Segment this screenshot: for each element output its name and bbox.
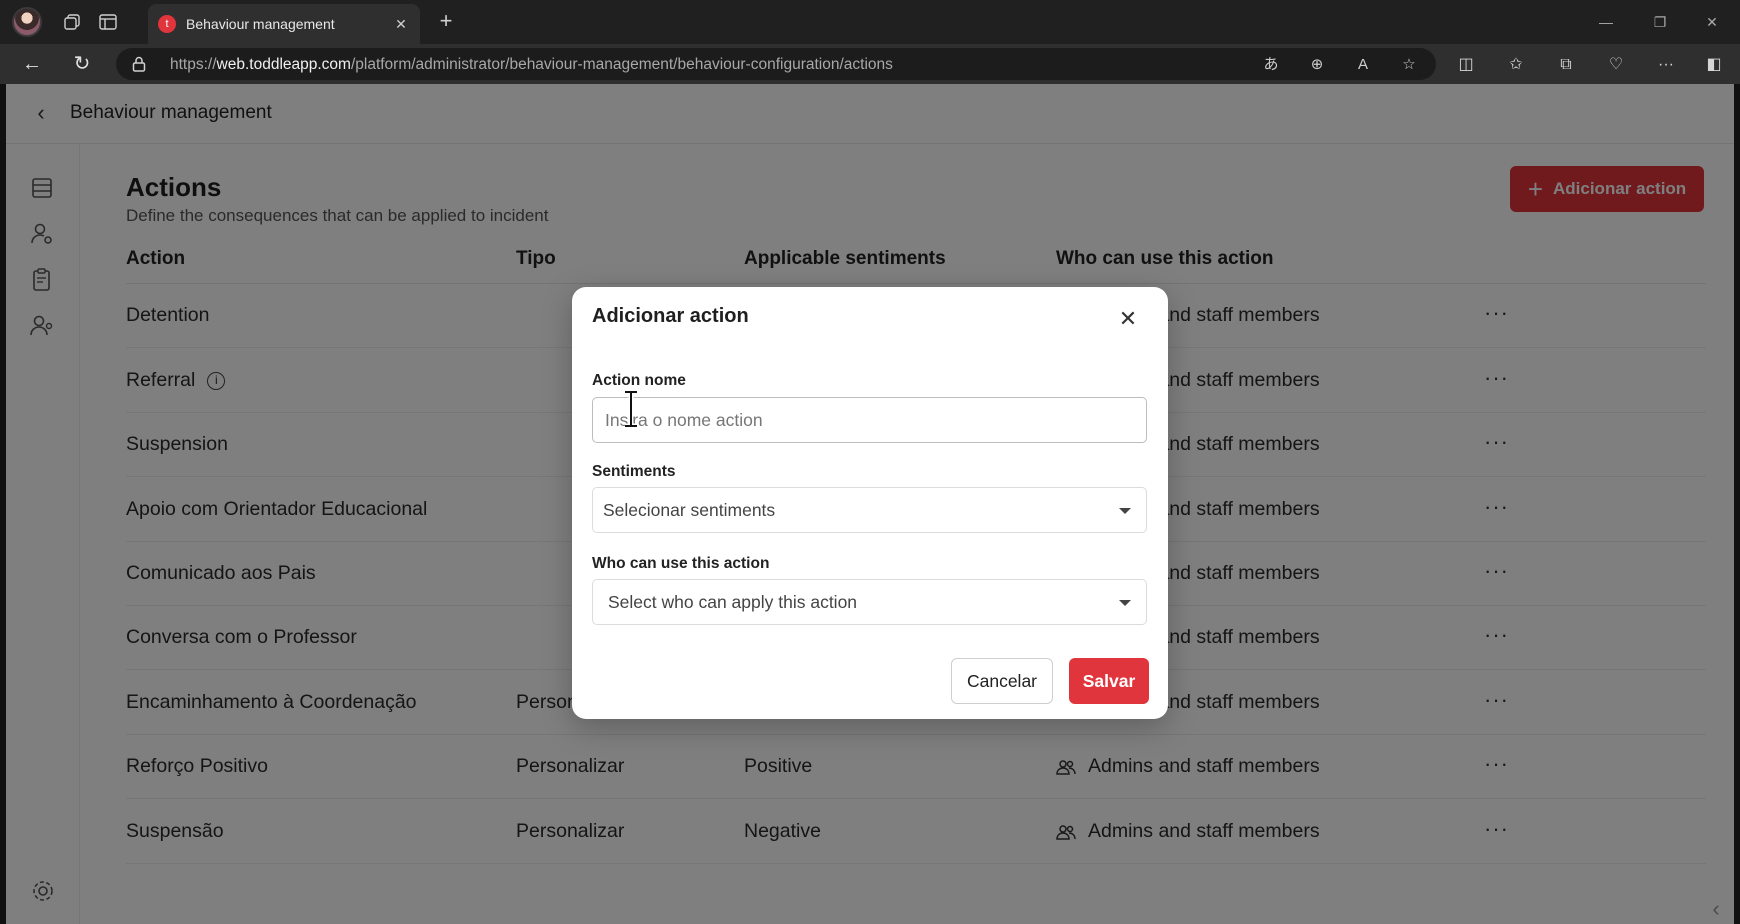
collections-icon[interactable]: ⧉ [1554, 54, 1578, 76]
read-aloud-icon[interactable]: A [1352, 54, 1374, 76]
browser-tab-active[interactable]: t Behaviour management ✕ [148, 4, 420, 44]
chevron-down-icon [1119, 600, 1131, 606]
close-icon[interactable]: ✕ [1116, 307, 1140, 331]
translate-icon[interactable]: あ [1260, 54, 1282, 76]
more-icon[interactable]: ··· [1654, 54, 1678, 76]
favorite-icon[interactable]: ☆ [1398, 54, 1420, 76]
tab-favicon: t [158, 15, 176, 33]
sentiments-select[interactable]: Selecionar sentiments [592, 487, 1147, 533]
profile-avatar[interactable] [12, 7, 42, 37]
split-screen-icon[interactable]: ◫ [1454, 54, 1478, 76]
tab-actions-icon[interactable] [94, 8, 122, 36]
minimize-icon[interactable]: — [1594, 10, 1618, 34]
restore-icon[interactable]: ❐ [1648, 10, 1672, 34]
back-icon[interactable]: ← [18, 50, 46, 78]
url-text: https://web.toddleapp.com/platform/admin… [170, 56, 893, 73]
text-cursor-icon [625, 390, 637, 428]
save-button[interactable]: Salvar [1069, 658, 1149, 704]
lock-icon [132, 56, 146, 72]
new-tab-icon[interactable]: + [432, 8, 460, 36]
tab-title: Behaviour management [186, 16, 335, 32]
add-action-modal: Adicionar action ✕ Action nome Sentiment… [572, 287, 1168, 719]
address-bar[interactable]: https://web.toddleapp.com/platform/admin… [116, 48, 1436, 80]
chevron-down-icon [1119, 508, 1131, 514]
workspaces-icon[interactable] [58, 8, 86, 36]
who-select[interactable]: Select who can apply this action [592, 579, 1147, 625]
window-close-icon[interactable]: ✕ [1700, 10, 1724, 34]
tab-close-icon[interactable]: ✕ [390, 13, 412, 35]
modal-title: Adicionar action [592, 305, 749, 327]
action-name-label: Action nome [592, 372, 686, 389]
sentiments-selected: Selecionar sentiments [603, 500, 776, 520]
action-name-input[interactable] [592, 397, 1147, 443]
refresh-icon[interactable]: ↻ [68, 50, 96, 78]
sidebar-icon[interactable]: ◧ [1702, 54, 1726, 76]
browser-toolbar: ← ↻ https://web.toddleapp.com/platform/a… [0, 44, 1740, 84]
sentiments-label: Sentiments [592, 463, 676, 480]
who-selected: Select who can apply this action [608, 592, 858, 612]
cancel-button[interactable]: Cancelar [951, 658, 1053, 704]
who-label: Who can use this action [592, 555, 770, 572]
zoom-icon[interactable]: ⊕ [1306, 54, 1328, 76]
favorites-icon[interactable]: ✩ [1504, 54, 1528, 76]
browser-titlebar: t Behaviour management ✕ + — ❐ ✕ [0, 0, 1740, 44]
browser-essentials-icon[interactable]: ♡ [1604, 54, 1628, 76]
